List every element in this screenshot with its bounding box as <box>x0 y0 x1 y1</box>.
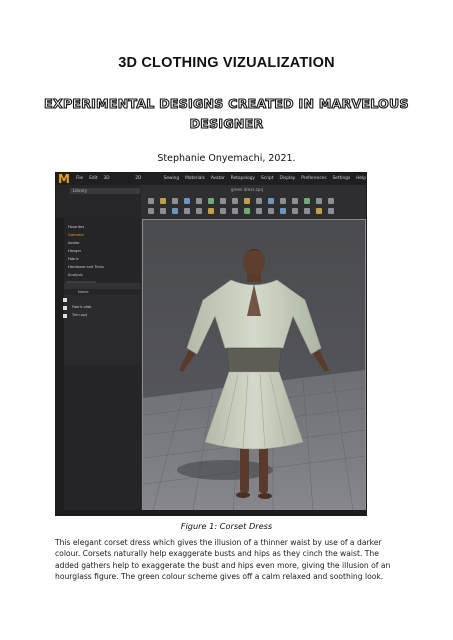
3d-viewport[interactable] <box>142 219 366 511</box>
object-item[interactable]: Fabric.zfab <box>72 305 91 309</box>
trim-file-icon <box>63 314 67 318</box>
library-toolbar: Library <box>56 185 141 218</box>
simulate-icon[interactable] <box>160 198 166 204</box>
subtitle-line-1: EXPERIMENTAL DESIGNS CREATED IN MARVELOU… <box>44 95 409 111</box>
library-item[interactable]: Fabric <box>68 257 79 261</box>
puckering-icon[interactable] <box>304 198 310 204</box>
page-title: 3D CLOTHING VIZUALIZATION <box>118 55 335 71</box>
avatar-shadow <box>177 460 273 480</box>
description-paragraph: This elegant corset dress which gives th… <box>55 538 391 581</box>
marvelous-designer-screenshot: M FileEdit3D Garment2D PatternSewingMate… <box>55 172 367 516</box>
button-icon[interactable] <box>256 198 262 204</box>
subtitle-line-2: DESIGNER <box>189 115 264 131</box>
elastic-icon[interactable] <box>316 208 322 214</box>
stitch-icon[interactable] <box>316 198 322 204</box>
polygon-icon[interactable] <box>172 208 178 214</box>
library-panel <box>56 218 141 515</box>
figure-caption: Figure 1: Corset Dress <box>180 521 273 531</box>
app-logo: M <box>58 172 70 186</box>
viewport-render <box>143 220 365 510</box>
menu-bar: M FileEdit3D Garment2D PatternSewingMate… <box>56 172 366 191</box>
fold-icon[interactable] <box>184 198 190 204</box>
object-browser-name-column: Name <box>78 290 89 294</box>
internal-line-icon[interactable] <box>304 208 310 214</box>
library-item[interactable]: Analysis <box>68 273 83 277</box>
grain-icon[interactable] <box>268 208 274 214</box>
dart-icon[interactable] <box>196 208 202 214</box>
render-icon[interactable] <box>328 208 334 214</box>
window-title: green dress.zprj <box>231 187 264 192</box>
object-item[interactable]: Trim.zprj <box>72 313 87 317</box>
outlined-subtitle: EXPERIMENTAL DESIGNS CREATED IN MARVELOU… <box>40 94 413 134</box>
fold-arrange-icon[interactable] <box>280 208 286 214</box>
toolbar-row-1 <box>148 198 334 204</box>
symmetry-icon[interactable] <box>292 208 298 214</box>
layer-icon[interactable] <box>244 208 250 214</box>
toolbar: Library green dress.zprj <box>56 185 366 218</box>
texture-icon[interactable] <box>280 198 286 204</box>
measure-icon[interactable] <box>220 198 226 204</box>
object-browser-header <box>64 283 141 289</box>
library-item[interactable]: Hardware and Trims <box>68 265 104 269</box>
select-tool-icon[interactable] <box>148 198 154 204</box>
file-icon <box>63 306 67 310</box>
library-item[interactable]: Garment <box>68 233 84 237</box>
library-item[interactable]: Favorites <box>68 225 84 229</box>
author-line: Stephanie Onyemachi, 2021. <box>157 153 296 164</box>
library-dropdown[interactable]: Library <box>70 188 140 194</box>
tape-icon[interactable] <box>208 198 214 204</box>
library-item[interactable]: Hanger <box>68 249 81 253</box>
segment-sewing-icon[interactable] <box>220 208 226 214</box>
trim-icon[interactable] <box>244 198 250 204</box>
seam-icon[interactable] <box>208 208 214 214</box>
graphic-icon[interactable] <box>292 198 298 204</box>
move-icon[interactable] <box>172 198 178 204</box>
toolbar-row-2 <box>148 208 334 214</box>
pin-icon[interactable] <box>196 198 202 204</box>
status-bar <box>56 510 366 515</box>
cut-icon[interactable] <box>232 198 238 204</box>
avatar-measure-icon[interactable] <box>328 198 334 204</box>
vertical-tab-strip <box>56 218 64 515</box>
free-sewing-icon[interactable] <box>232 208 238 214</box>
fabric-icon[interactable] <box>256 208 262 214</box>
file-icon <box>63 298 67 302</box>
library-item[interactable]: Avatar <box>68 241 80 245</box>
rectangle-icon[interactable] <box>160 208 166 214</box>
pattern-tool-icon[interactable] <box>148 208 154 214</box>
zipper-icon[interactable] <box>268 198 274 204</box>
circle-icon[interactable] <box>184 208 190 214</box>
